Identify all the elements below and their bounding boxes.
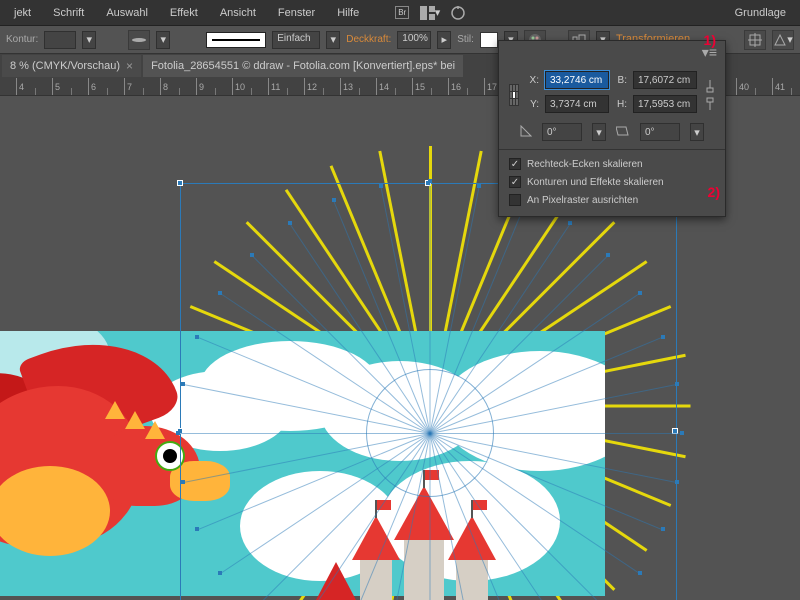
shear-icon [616, 125, 630, 140]
height-input[interactable] [633, 95, 697, 113]
gpu-icon[interactable] [448, 3, 468, 23]
opacity-label: Deckkraft: [346, 34, 391, 45]
brush-preview[interactable] [206, 32, 266, 48]
isolate-icon[interactable] [744, 30, 766, 50]
document-tab-1[interactable]: 8 % (CMYK/Vorschau) × [2, 55, 141, 77]
opacity-dd[interactable]: ▸ [437, 31, 451, 49]
y-label: Y: [527, 99, 539, 110]
shear-input[interactable] [640, 123, 680, 141]
brush-name[interactable]: Einfach [272, 31, 320, 49]
x-input[interactable] [545, 71, 609, 89]
checkbox-icon[interactable] [509, 158, 521, 170]
tab-label: 8 % (CMYK/Vorschau) [10, 60, 120, 72]
checkbox-icon[interactable] [509, 176, 521, 188]
constrain-proportions-icon[interactable] [705, 75, 715, 115]
rotate-input[interactable] [542, 123, 582, 141]
tab-label: Fotolia_28654551 © ddraw - Fotolia.com [… [151, 60, 455, 72]
document-tab-2[interactable]: Fotolia_28654551 © ddraw - Fotolia.com [… [143, 55, 463, 77]
chk2-label: Konturen und Effekte skalieren [527, 177, 664, 188]
y-input[interactable] [545, 95, 609, 113]
width-label: B: [615, 75, 627, 86]
rotate-icon [520, 125, 532, 140]
var-width-icon[interactable] [128, 30, 150, 50]
reference-point-selector[interactable] [509, 84, 519, 106]
chk1-label: Rechteck-Ecken skalieren [527, 159, 643, 170]
transform-panel: ▾≡ X: B: Y: H: [498, 40, 726, 217]
close-icon[interactable]: × [126, 59, 133, 73]
rotate-dd[interactable]: ▾ [592, 123, 606, 141]
style-swatch[interactable] [480, 32, 498, 48]
align-pixel-checkbox[interactable]: An Pixelraster ausrichten [509, 194, 715, 206]
menu-bar: jekt Schrift Auswahl Effekt Ansicht Fens… [0, 0, 800, 26]
width-input[interactable] [633, 71, 697, 89]
brush-dd[interactable]: ▾ [326, 31, 340, 49]
height-label: H: [615, 99, 627, 110]
menu-fenster[interactable]: Fenster [268, 3, 325, 23]
arrange-docs-icon[interactable]: ▾ [420, 3, 440, 23]
style-label: Stil: [457, 34, 474, 45]
chk3-label: An Pixelraster ausrichten [527, 195, 638, 206]
edit-similar-icon[interactable]: ▾ [772, 30, 794, 50]
annotation-2: 2) [708, 184, 720, 200]
opacity-input[interactable]: 100% [397, 31, 431, 49]
x-label: X: [527, 75, 539, 86]
shear-dd[interactable]: ▾ [690, 123, 704, 141]
var-width-dd[interactable]: ▾ [156, 31, 170, 49]
annotation-1: 1) [704, 32, 716, 48]
menu-effekt[interactable]: Effekt [160, 3, 208, 23]
workspace-label[interactable]: Grundlage [725, 3, 796, 23]
menu-schrift[interactable]: Schrift [43, 3, 94, 23]
bridge-icon[interactable]: Br [392, 3, 412, 23]
stroke-label: Kontur: [6, 34, 38, 45]
menu-ansicht[interactable]: Ansicht [210, 3, 266, 23]
stroke-weight-dd[interactable]: ▾ [82, 31, 96, 49]
scale-corners-checkbox[interactable]: Rechteck-Ecken skalieren [509, 158, 715, 170]
menu-auswahl[interactable]: Auswahl [96, 3, 158, 23]
scale-strokes-checkbox[interactable]: Konturen und Effekte skalieren [509, 176, 715, 188]
menu-hilfe[interactable]: Hilfe [327, 3, 369, 23]
stroke-weight-input[interactable] [44, 31, 76, 49]
checkbox-icon[interactable] [509, 194, 521, 206]
menu-objekt[interactable]: jekt [4, 3, 41, 23]
